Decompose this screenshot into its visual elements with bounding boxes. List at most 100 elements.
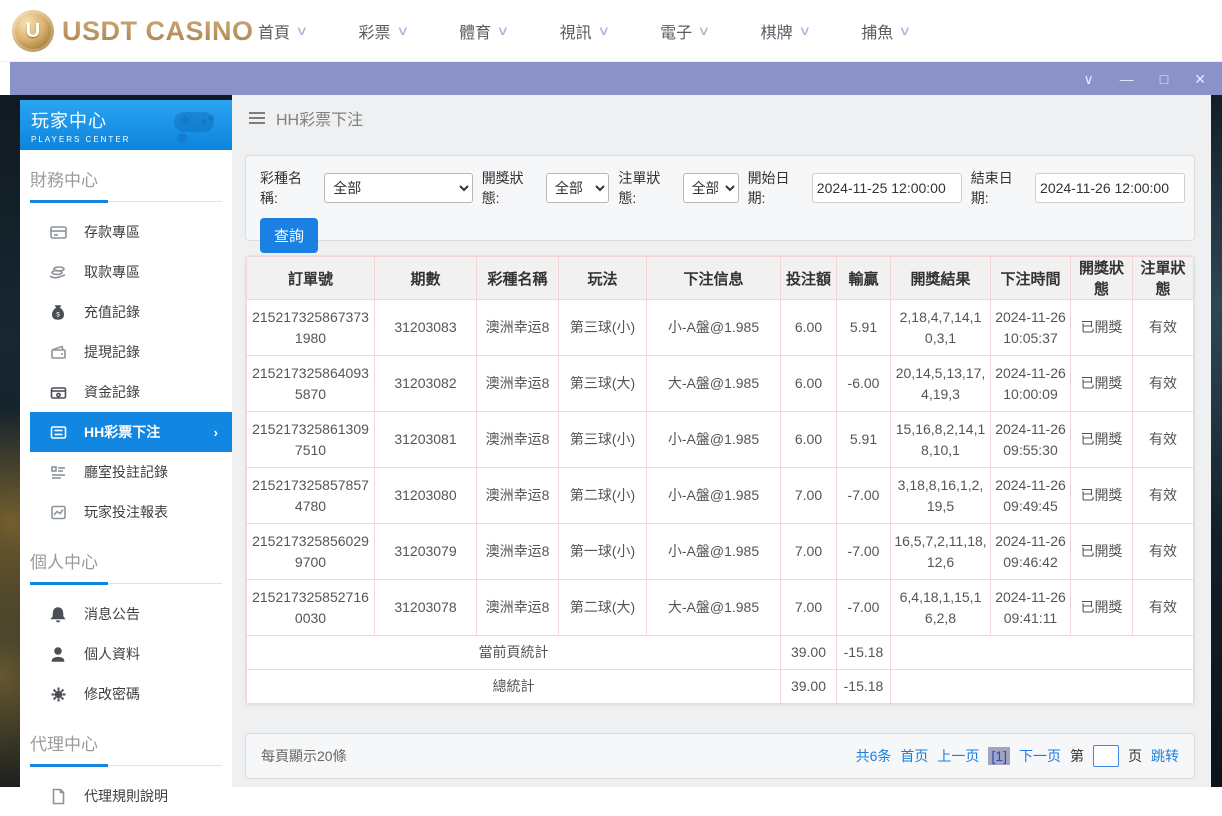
nav-item-fishing[interactable]: 捕魚∨ [861, 19, 910, 43]
nav-item-lottery[interactable]: 彩票∨ [359, 19, 408, 43]
summary-winloss: -15.18 [837, 670, 891, 704]
funds-record-icon [49, 383, 67, 401]
summary-amount: 39.00 [781, 670, 837, 704]
document-icon [49, 787, 67, 805]
col-draw-result: 開獎結果 [891, 257, 991, 300]
window-minimize-button[interactable]: — [1120, 72, 1134, 86]
table-row: 215217325861309751031203081澳洲幸运8第三球(小)小-… [247, 412, 1194, 468]
section-divider [30, 201, 222, 202]
table-row: 215217325856029970031203079澳洲幸运8第一球(小)小-… [247, 524, 1194, 580]
bell-icon [49, 605, 67, 623]
hamburger-menu-icon[interactable] [249, 112, 265, 124]
sidebar-item-announcements[interactable]: 消息公告 [20, 594, 232, 634]
table-row: 215217325857857478031203080澳洲幸运8第二球(小)小-… [247, 468, 1194, 524]
chevron-down-icon: ∨ [597, 23, 610, 39]
nav-item-home[interactable]: 首頁∨ [258, 19, 307, 43]
page-suffix-label: 页 [1128, 746, 1142, 766]
chevron-right-icon: › [214, 425, 218, 440]
page-title: HH彩票下注 [276, 106, 363, 130]
table-header-row: 訂單號 期數 彩種名稱 玩法 下注信息 投注額 輸贏 開獎結果 下注時間 開獎狀… [247, 257, 1194, 300]
window-close-button[interactable]: ✕ [1194, 72, 1206, 86]
user-icon [49, 645, 67, 663]
sidebar: 玩家中心 PLAYERS CENTER 財務中心 存款專區 取款專區 $ 充值記… [20, 100, 232, 787]
sidebar-item-recharge-record[interactable]: $ 充值記錄 [20, 292, 232, 332]
lottery-bet-icon [49, 423, 67, 441]
sidebar-item-withdraw[interactable]: 取款專區 [20, 252, 232, 292]
search-button[interactable]: 查詢 [260, 218, 318, 253]
chevron-down-icon: ∨ [496, 23, 509, 39]
sidebar-item-room-bet-record[interactable]: 廳室投註記錄 [20, 452, 232, 492]
page-number-input[interactable] [1093, 745, 1119, 767]
col-order-status: 注單狀態 [1133, 257, 1194, 300]
first-page-link[interactable]: 首页 [900, 746, 928, 766]
sidebar-item-deposit[interactable]: 存款專區 [20, 212, 232, 252]
sidebar-item-player-report[interactable]: 玩家投注報表 [20, 492, 232, 532]
page-size-text: 每頁顯示20條 [261, 746, 347, 766]
prev-page-link[interactable]: 上一页 [937, 746, 979, 766]
window-titlebar: ∨ — □ ✕ [10, 62, 1222, 95]
section-divider [30, 765, 222, 766]
chevron-down-icon: ∨ [798, 23, 811, 39]
start-date-input[interactable] [812, 173, 962, 203]
window-maximize-button[interactable]: □ [1160, 72, 1168, 86]
recharge-moneybag-icon: $ [49, 303, 67, 321]
filter-panel: 彩種名稱: 全部 開獎狀態: 全部 注單狀態: 全部 開始日期: 結束日期: 查… [245, 155, 1195, 241]
summary-winloss: -15.18 [837, 636, 891, 670]
summary-label: 當前頁統計 [247, 636, 781, 670]
sidebar-item-change-password[interactable]: 修改密碼 [20, 674, 232, 714]
order-status-label: 注單狀態: [618, 168, 677, 208]
col-bet-time: 下注時間 [991, 257, 1071, 300]
gear-icon [49, 685, 67, 703]
breadcrumb: HH彩票下注 [232, 95, 1211, 141]
table-row: 215217325867373198031203083澳洲幸运8第三球(小)小-… [247, 300, 1194, 356]
section-agent-title: 代理中心 [30, 730, 232, 755]
player-report-icon [49, 503, 67, 521]
bets-table: 訂單號 期數 彩種名稱 玩法 下注信息 投注額 輸贏 開獎結果 下注時間 開獎狀… [246, 256, 1194, 704]
chevron-down-icon: ∨ [396, 23, 409, 39]
gamepad-icon [168, 104, 224, 146]
logo-text: USDT CASINO [62, 16, 254, 47]
withdraw-record-icon [49, 343, 67, 361]
total-summary-row: 總統計 39.00 -15.18 [247, 670, 1194, 704]
current-page-badge: [1] [988, 747, 1010, 765]
col-bet-amount: 投注額 [781, 257, 837, 300]
sidebar-item-agent-rules[interactable]: 代理規則說明 [20, 776, 232, 816]
window-collapse-button[interactable]: ∨ [1084, 72, 1094, 86]
sidebar-item-withdraw-record[interactable]: 提現記錄 [20, 332, 232, 372]
order-status-select[interactable]: 全部 [683, 173, 739, 203]
lottery-name-label: 彩種名稱: [260, 168, 319, 208]
section-divider [30, 583, 222, 584]
sidebar-item-funds-record[interactable]: 資金記錄 [20, 372, 232, 412]
col-win-loss: 輸贏 [837, 257, 891, 300]
jump-link[interactable]: 跳转 [1151, 746, 1179, 766]
next-page-link[interactable]: 下一页 [1019, 746, 1061, 766]
site-navbar: U USDT CASINO 首頁∨ 彩票∨ 體育∨ 視訊∨ 電子∨ 棋牌∨ 捕魚… [0, 0, 1222, 62]
site-logo[interactable]: U USDT CASINO [12, 10, 254, 52]
chevron-down-icon: ∨ [295, 23, 308, 39]
nav-item-slots[interactable]: 電子∨ [660, 19, 709, 43]
players-center-header: 玩家中心 PLAYERS CENTER [20, 100, 232, 150]
page-prefix-label: 第 [1070, 746, 1084, 766]
pagination-bar: 每頁顯示20條 共6条 首页 上一页 [1] 下一页 第 页 跳转 [245, 733, 1195, 779]
nav-item-cards[interactable]: 棋牌∨ [761, 19, 810, 43]
summary-label: 總統計 [247, 670, 781, 704]
lottery-name-select[interactable]: 全部 [324, 173, 472, 203]
chevron-down-icon: ∨ [899, 23, 912, 39]
col-draw-status: 開獎狀態 [1071, 257, 1133, 300]
table-row: 215217325852716003031203078澳洲幸运8第二球(大)大-… [247, 580, 1194, 636]
summary-amount: 39.00 [781, 636, 837, 670]
sidebar-item-profile[interactable]: 個人資料 [20, 634, 232, 674]
col-play-type: 玩法 [559, 257, 647, 300]
end-date-input[interactable] [1035, 173, 1185, 203]
current-page-summary-row: 當前頁統計 39.00 -15.18 [247, 636, 1194, 670]
draw-status-select[interactable]: 全部 [546, 173, 609, 203]
col-lottery-name: 彩種名稱 [477, 257, 559, 300]
sidebar-item-hh-lottery-bets[interactable]: HH彩票下注 › [30, 412, 232, 452]
room-bet-list-icon [49, 463, 67, 481]
nav-item-video[interactable]: 視訊∨ [560, 19, 609, 43]
section-finance-title: 財務中心 [30, 166, 232, 191]
main-content: HH彩票下注 彩種名稱: 全部 開獎狀態: 全部 注單狀態: 全部 開始日期: … [232, 95, 1211, 787]
nav-item-sports[interactable]: 體育∨ [459, 19, 508, 43]
chevron-down-icon: ∨ [697, 23, 710, 39]
withdraw-hand-icon [49, 263, 67, 281]
